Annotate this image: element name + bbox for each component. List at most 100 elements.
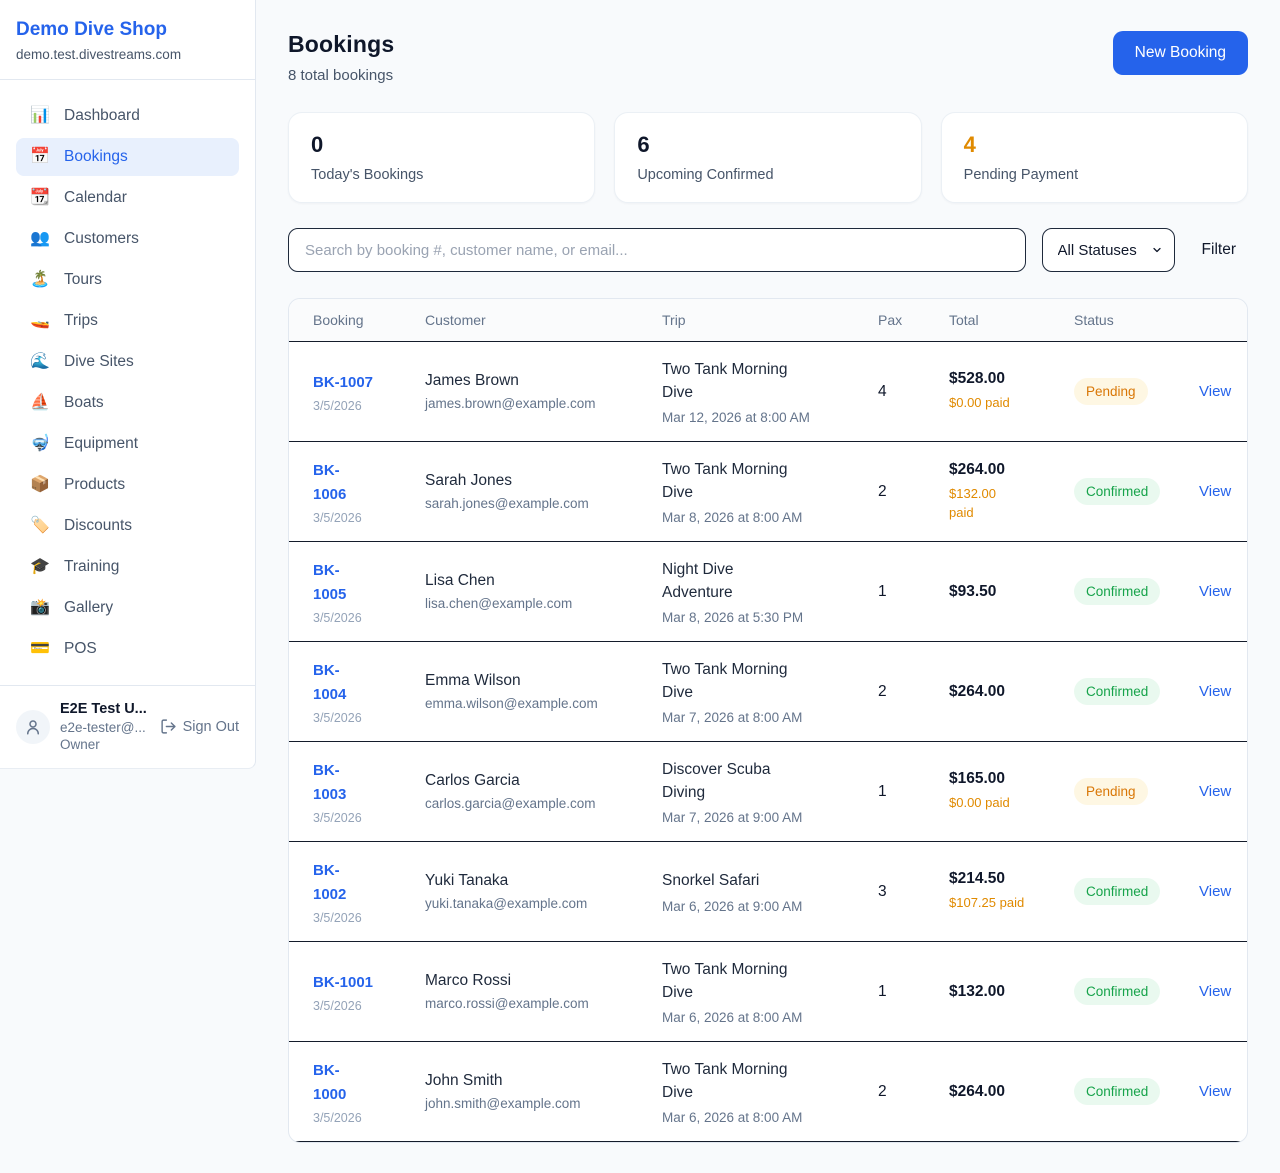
sidebar-item-label: Calendar	[64, 189, 127, 207]
total-cell: $165.00 $0.00 paid	[939, 770, 1064, 813]
sidebar-item-bookings[interactable]: 📅 Bookings	[16, 138, 239, 176]
table-row: BK-1004 3/5/2026 Emma Wilson emma.wilson…	[289, 642, 1247, 742]
credit-card-icon: 💳	[29, 641, 51, 657]
sidebar-item-products[interactable]: 📦 Products	[16, 466, 239, 504]
status-cell: Confirmed	[1064, 1078, 1189, 1105]
pax-cell: 2	[868, 1083, 939, 1101]
booking-cell: BK-1003 3/5/2026	[289, 759, 415, 825]
customer-name: Carlos Garcia	[425, 772, 642, 790]
sidebar-item-calendar[interactable]: 📆 Calendar	[16, 179, 239, 217]
booking-cell: BK-1002 3/5/2026	[289, 859, 415, 925]
stat-card: 6 Upcoming Confirmed	[614, 112, 921, 203]
trip-cell: Two Tank Morning Dive Mar 6, 2026 at 8:0…	[652, 958, 868, 1026]
sidebar-item-training[interactable]: 🎓 Training	[16, 548, 239, 586]
status-select-wrap: All Statuses	[1042, 228, 1175, 272]
status-badge: Confirmed	[1074, 1078, 1160, 1105]
paid-amount: $0.00 paid	[949, 793, 1054, 813]
user-email: e2e-tester@...	[60, 719, 150, 737]
stat-value: 6	[637, 132, 898, 158]
sidebar-item-label: Customers	[64, 230, 139, 248]
total-cell: $264.00 $132.00 paid	[939, 461, 1064, 523]
view-cell: View	[1189, 683, 1248, 701]
brand-block: Demo Dive Shop demo.test.divestreams.com	[0, 0, 255, 80]
booking-id-link[interactable]: BK-1001	[313, 971, 405, 995]
status-cell: Confirmed	[1064, 578, 1189, 605]
pax-cell: 1	[868, 783, 939, 801]
table-row: BK-1002 3/5/2026 Yuki Tanaka yuki.tanaka…	[289, 842, 1247, 942]
trip-name: Night Dive Adventure	[662, 558, 807, 605]
speedboat-icon: 🚤	[29, 313, 51, 329]
sidebar-item-tours[interactable]: 🏝️ Tours	[16, 261, 239, 299]
sidebar-item-dashboard[interactable]: 📊 Dashboard	[16, 97, 239, 135]
trip-cell: Discover Scuba Diving Mar 7, 2026 at 9:0…	[652, 758, 868, 826]
booking-id-link[interactable]: BK-1006	[313, 459, 357, 507]
total-amount: $264.00	[949, 461, 1054, 479]
customer-name: Lisa Chen	[425, 572, 642, 590]
view-link[interactable]: View	[1199, 683, 1231, 700]
view-cell: View	[1189, 883, 1248, 901]
view-cell: View	[1189, 483, 1248, 501]
main-content: Bookings 8 total bookings New Booking 0 …	[256, 0, 1280, 1173]
page-title-block: Bookings 8 total bookings	[288, 31, 394, 84]
view-link[interactable]: View	[1199, 483, 1231, 500]
booking-id-link[interactable]: BK-1003	[313, 759, 357, 807]
people-icon: 👥	[29, 231, 51, 247]
customer-cell: John Smith john.smith@example.com	[415, 1072, 652, 1111]
view-cell: View	[1189, 1083, 1248, 1101]
view-cell: View	[1189, 983, 1248, 1001]
sidebar-item-discounts[interactable]: 🏷️ Discounts	[16, 507, 239, 545]
pax-cell: 4	[868, 383, 939, 401]
status-badge: Confirmed	[1074, 478, 1160, 505]
sidebar-item-gallery[interactable]: 📸 Gallery	[16, 589, 239, 627]
view-link[interactable]: View	[1199, 883, 1231, 900]
booking-id-link[interactable]: BK-1007	[313, 371, 405, 395]
table-row: BK-1000 3/5/2026 John Smith john.smith@e…	[289, 1042, 1247, 1142]
sidebar-item-label: Equipment	[64, 435, 138, 453]
search-input[interactable]	[288, 228, 1026, 272]
sidebar-item-customers[interactable]: 👥 Customers	[16, 220, 239, 258]
trip-cell: Two Tank Morning Dive Mar 8, 2026 at 8:0…	[652, 458, 868, 526]
user-block: E2E Test U... e2e-tester@... Owner Sign …	[0, 685, 255, 768]
view-link[interactable]: View	[1199, 583, 1231, 600]
booking-id-link[interactable]: BK-1004	[313, 659, 357, 707]
sidebar-item-boats[interactable]: ⛵ Boats	[16, 384, 239, 422]
status-filter-select[interactable]: All Statuses	[1042, 228, 1175, 272]
view-link[interactable]: View	[1199, 383, 1231, 400]
sidebar-item-label: Bookings	[64, 148, 128, 166]
table-row: BK-1003 3/5/2026 Carlos Garcia carlos.ga…	[289, 742, 1247, 842]
booking-cell: BK-1007 3/5/2026	[289, 371, 415, 413]
customer-cell: Carlos Garcia carlos.garcia@example.com	[415, 772, 652, 811]
trip-cell: Two Tank Morning Dive Mar 6, 2026 at 8:0…	[652, 1058, 868, 1126]
sidebar-item-label: Trips	[64, 312, 98, 330]
sidebar-item-dive-sites[interactable]: 🌊 Dive Sites	[16, 343, 239, 381]
total-cell: $264.00	[939, 683, 1064, 701]
page-subtitle: 8 total bookings	[288, 67, 394, 84]
customer-cell: Yuki Tanaka yuki.tanaka@example.com	[415, 872, 652, 911]
view-link[interactable]: View	[1199, 783, 1231, 800]
sidebar-item-trips[interactable]: 🚤 Trips	[16, 302, 239, 340]
sailboat-icon: ⛵	[29, 395, 51, 411]
sidebar-item-label: Boats	[64, 394, 104, 412]
sidebar: Demo Dive Shop demo.test.divestreams.com…	[0, 0, 256, 769]
booking-date: 3/5/2026	[313, 1111, 405, 1125]
filter-button[interactable]: Filter	[1202, 241, 1236, 259]
booking-id-link[interactable]: BK-1002	[313, 859, 357, 907]
status-badge: Confirmed	[1074, 678, 1160, 705]
customer-cell: Emma Wilson emma.wilson@example.com	[415, 672, 652, 711]
customer-name: Emma Wilson	[425, 672, 642, 690]
paid-amount: $107.25 paid	[949, 893, 1054, 913]
trip-datetime: Mar 6, 2026 at 8:00 AM	[662, 1110, 858, 1125]
view-link[interactable]: View	[1199, 983, 1231, 1000]
booking-id-link[interactable]: BK-1000	[313, 1059, 357, 1107]
total-amount: $264.00	[949, 683, 1054, 701]
sidebar-item-equipment[interactable]: 🤿 Equipment	[16, 425, 239, 463]
stat-card: 0 Today's Bookings	[288, 112, 595, 203]
booking-date: 3/5/2026	[313, 911, 405, 925]
sidebar-item-pos[interactable]: 💳 POS	[16, 630, 239, 668]
booking-id-link[interactable]: BK-1005	[313, 559, 357, 607]
customer-name: Sarah Jones	[425, 472, 642, 490]
view-link[interactable]: View	[1199, 1083, 1231, 1100]
booking-cell: BK-1006 3/5/2026	[289, 459, 415, 525]
sign-out-button[interactable]: Sign Out	[160, 718, 239, 735]
new-booking-button[interactable]: New Booking	[1113, 31, 1248, 75]
